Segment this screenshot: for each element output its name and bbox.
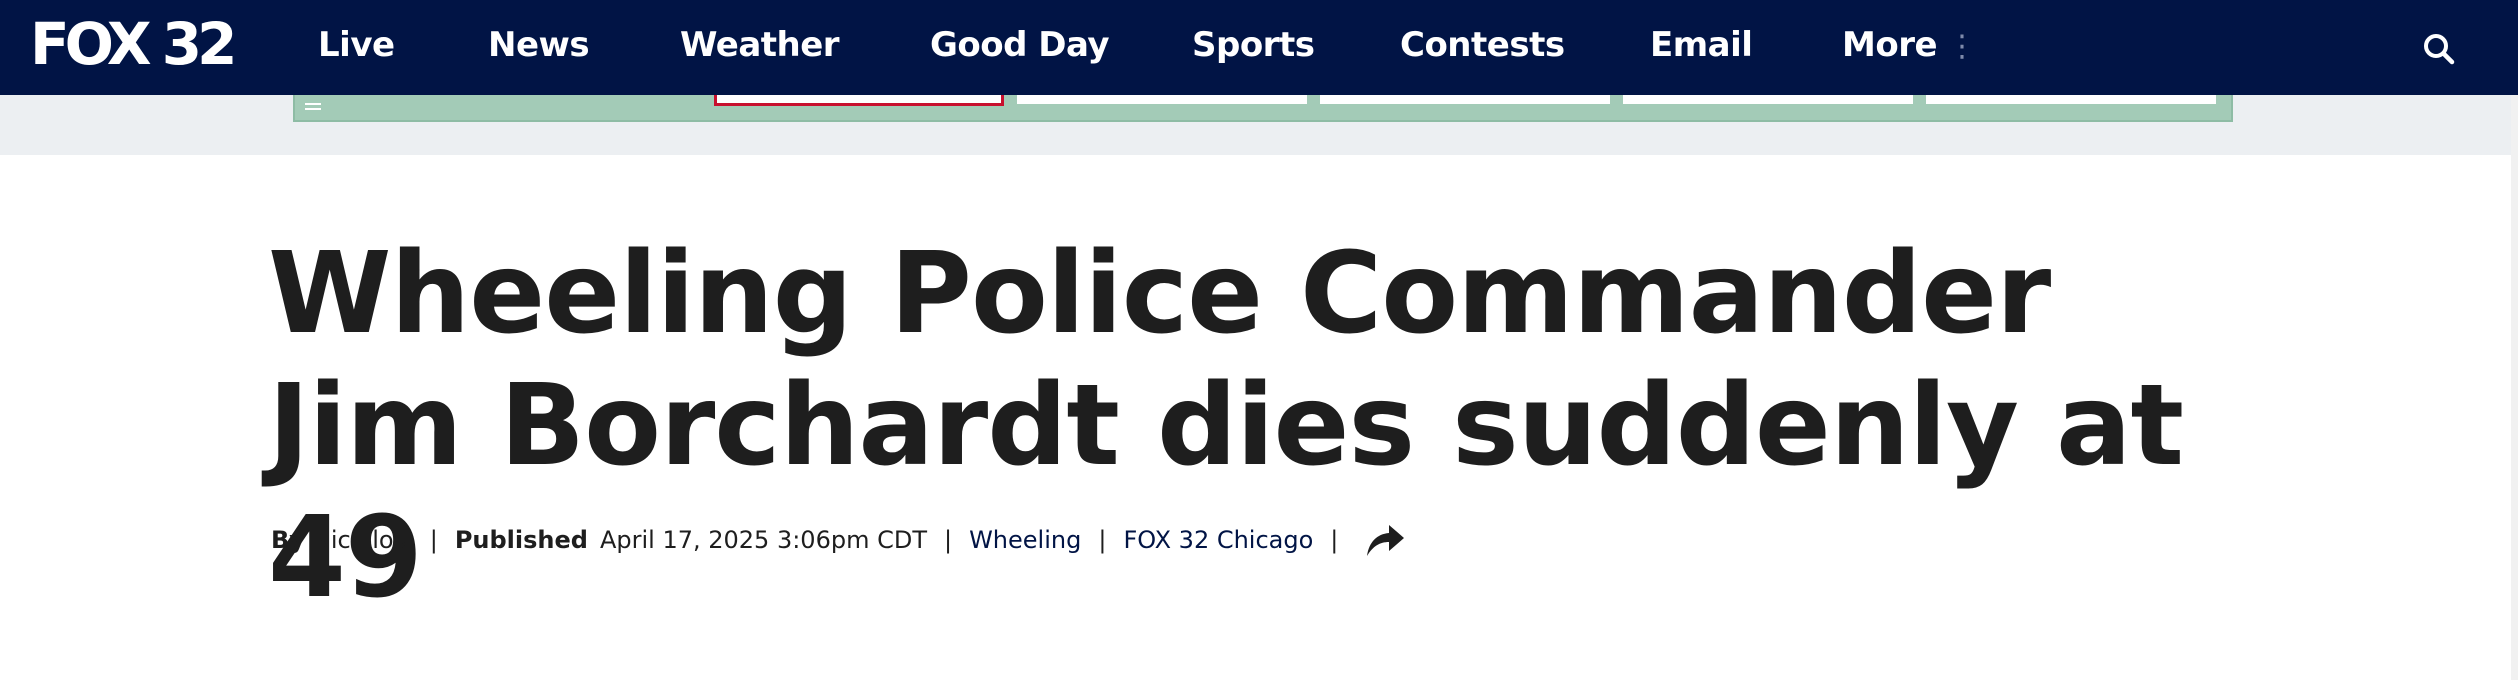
nav-item-live[interactable]: Live bbox=[318, 22, 395, 68]
more-dots-icon: ⋮ bbox=[1947, 29, 1978, 64]
ad-zone bbox=[0, 95, 2518, 155]
ad-tab[interactable] bbox=[1320, 95, 1610, 104]
nav-item-more[interactable]: More ⋮ bbox=[1842, 22, 1977, 68]
author-name: Nic Flosi bbox=[312, 526, 413, 554]
ad-tab-active[interactable] bbox=[714, 95, 1004, 106]
nav-item-weather[interactable]: Weather bbox=[680, 22, 840, 68]
location-link[interactable]: Wheeling bbox=[969, 526, 1081, 554]
nav-item-contests[interactable]: Contests bbox=[1400, 22, 1565, 68]
published-label: Published bbox=[454, 526, 588, 554]
nav-item-more-label: More bbox=[1842, 25, 1938, 65]
ad-banner[interactable] bbox=[293, 95, 2233, 122]
published-date: April 17, 2025 3:06pm CDT bbox=[599, 526, 927, 554]
share-icon bbox=[1367, 525, 1405, 556]
byline-separator: | bbox=[1098, 526, 1107, 554]
article-byline: By Nic Flosi | Published April 17, 2025 … bbox=[271, 520, 1407, 560]
share-button[interactable] bbox=[1363, 520, 1407, 560]
search-icon bbox=[2424, 34, 2455, 65]
ad-tab[interactable] bbox=[1017, 95, 1307, 104]
fox32-logo[interactable]: FOX 32 bbox=[30, 14, 237, 74]
scrollbar-track[interactable] bbox=[2511, 95, 2518, 680]
nav-item-sports[interactable]: Sports bbox=[1192, 22, 1315, 68]
byline-separator: | bbox=[943, 526, 953, 554]
search-button[interactable] bbox=[2418, 28, 2462, 72]
source-link[interactable]: FOX 32 Chicago bbox=[1123, 526, 1313, 554]
nav-item-email[interactable]: Email bbox=[1650, 22, 1753, 68]
ad-tab[interactable] bbox=[1623, 95, 1913, 104]
nav-item-news[interactable]: News bbox=[488, 22, 590, 68]
byline-separator: | bbox=[429, 526, 438, 554]
article-headline: Wheeling Police Commander Jim Borchardt … bbox=[268, 229, 2184, 623]
menu-icon bbox=[305, 103, 321, 115]
site-header: FOX 32 Live News Weather Good Day Sports… bbox=[0, 0, 2518, 95]
ad-tab[interactable] bbox=[1926, 95, 2216, 104]
nav-item-good-day[interactable]: Good Day bbox=[930, 22, 1110, 68]
byline-separator: | bbox=[1330, 526, 1339, 554]
by-label: By bbox=[271, 526, 305, 554]
